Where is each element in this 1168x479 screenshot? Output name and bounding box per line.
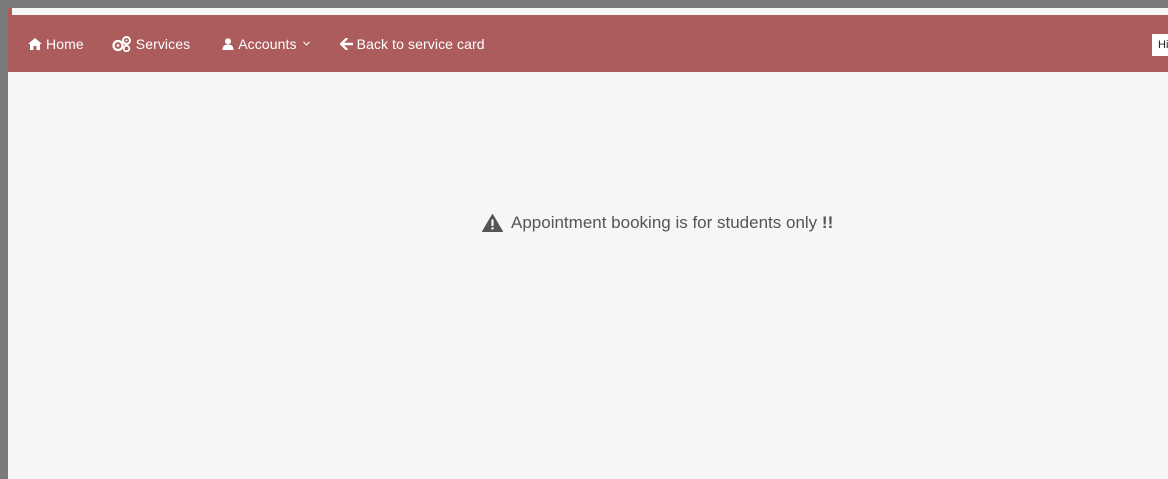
- arrow-left-icon: [339, 37, 353, 50]
- warning-icon: [482, 214, 503, 232]
- back-to-service-card-link[interactable]: Back to service card: [339, 35, 485, 52]
- app-frame: Home Services Accounts Back to service c…: [0, 0, 1168, 479]
- nav-services-label: Services: [135, 35, 191, 52]
- nav-home-label: Home: [46, 35, 84, 52]
- user-greeting[interactable]: Hi,: [1152, 34, 1168, 56]
- back-to-service-card-label: Back to service card: [356, 35, 485, 52]
- user-icon: [222, 37, 234, 50]
- nav-services-link[interactable]: Services: [112, 35, 191, 52]
- students-only-notice: Appointment booking is for students only…: [482, 213, 833, 233]
- nav-home-link[interactable]: Home: [28, 36, 84, 52]
- notice-message: Appointment booking is for students only: [511, 213, 818, 232]
- notice-exclamation: !!: [821, 213, 834, 232]
- home-icon: [28, 37, 42, 50]
- nav-accounts-dropdown[interactable]: Accounts: [222, 35, 310, 52]
- top-navbar: Home Services Accounts Back to service c…: [8, 8, 1168, 72]
- chevron-down-icon: [302, 41, 310, 46]
- services-icon: [112, 35, 132, 52]
- nav-accounts-label: Accounts: [238, 35, 297, 52]
